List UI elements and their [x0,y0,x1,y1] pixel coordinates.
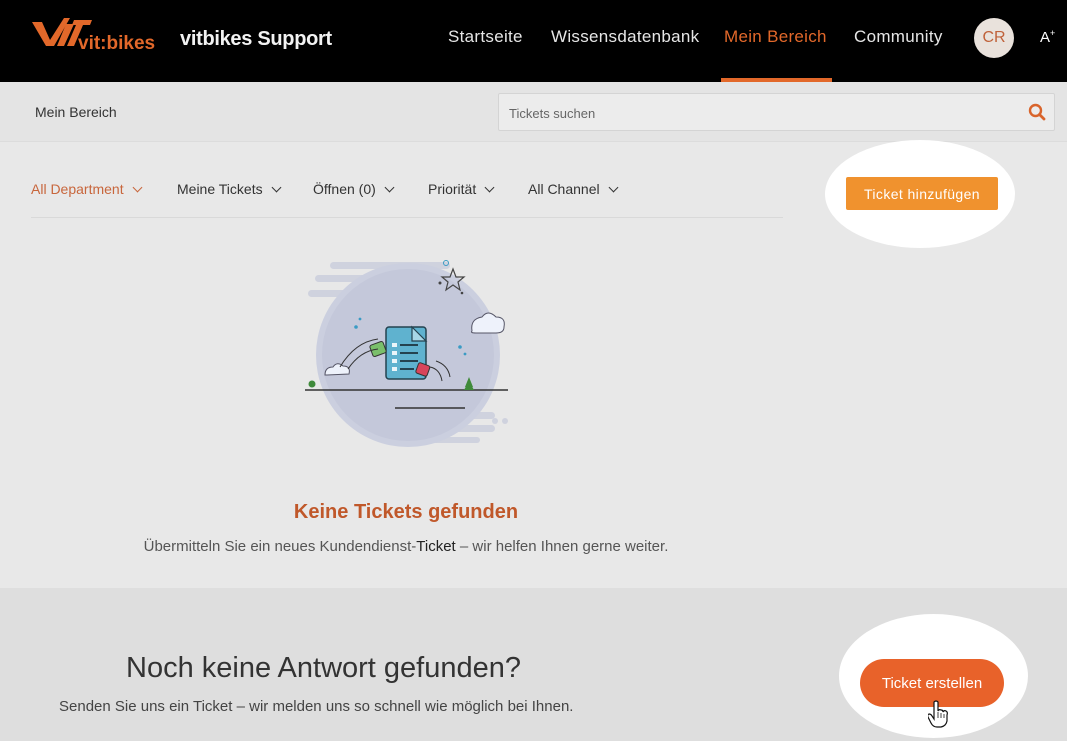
filter-department-label: All Department [31,181,124,197]
vitbikes-logo[interactable]: vit:bikes [30,16,170,58]
filter-priority[interactable]: Priorität [428,181,495,197]
cta-title: Noch keine Antwort gefunden? [126,652,521,684]
ticket-search-input[interactable] [509,103,1009,123]
user-avatar[interactable]: CR [974,18,1014,58]
sub-header: Mein Bereich [0,82,1067,142]
empty-state-message-end: – wir helfen Ihnen gerne weiter. [455,538,669,555]
filter-channel[interactable]: All Channel [528,181,619,197]
font-size-toggle-label: A [1040,29,1051,46]
top-navigation-bar: vit:bikes vitbikes Support Startseite Wi… [0,0,1067,82]
breadcrumb: Mein Bereich [35,104,117,120]
add-ticket-button[interactable]: Ticket hinzufügen [846,177,998,210]
filter-status-label: Öffnen (0) [313,181,376,197]
empty-state-message-ticket: Ticket [416,538,456,555]
brand-title: vitbikes Support [180,28,332,50]
cta-subtitle: Senden Sie uns ein Ticket – wir melden u… [59,698,574,715]
nav-wissensdatenbank[interactable]: Wissensdatenbank [551,27,699,47]
filter-channel-label: All Channel [528,181,600,197]
empty-state-message: Übermitteln Sie ein neues Kundendienst-T… [0,538,812,555]
hand-pointer-icon [928,700,948,728]
my-area-content: All Department Meine Tickets Öffnen (0) … [0,140,1067,588]
search-box [498,93,1055,131]
filter-status[interactable]: Öffnen (0) [313,181,395,197]
chevron-down-icon [132,182,143,193]
logo-text: vit:bikes [78,33,155,54]
contact-cta-section: Noch keine Antwort gefunden? Senden Sie … [0,588,1067,741]
chevron-down-icon [384,182,395,193]
empty-state-message-start: Übermitteln Sie ein neues Kundendienst- [143,538,417,555]
filter-my-tickets[interactable]: Meine Tickets [177,181,282,197]
filter-divider [31,217,783,218]
chevron-down-icon [484,182,495,193]
font-size-toggle-icon[interactable]: A+ [1040,28,1055,46]
nav-community[interactable]: Community [854,27,943,47]
chevron-down-icon [271,182,282,193]
empty-tickets-illustration [305,260,508,447]
nav-startseite[interactable]: Startseite [448,27,523,47]
empty-state-title: Keine Tickets gefunden [293,501,519,523]
filter-my-tickets-label: Meine Tickets [177,181,263,197]
nav-mein-bereich[interactable]: Mein Bereich [724,27,827,47]
filter-priority-label: Priorität [428,181,477,197]
search-icon[interactable] [1028,103,1046,121]
chevron-down-icon [608,182,619,193]
filter-department[interactable]: All Department [31,181,143,197]
